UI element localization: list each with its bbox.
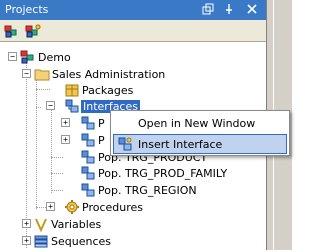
close-icon[interactable] — [245, 3, 259, 17]
menu-item-label: Open in New Window — [138, 116, 256, 130]
interface-icon — [80, 165, 96, 181]
tree-item-label: Pop. TRG_REGION — [98, 183, 197, 197]
interface-icon — [80, 115, 96, 131]
tree-item-label: Procedures — [82, 200, 143, 214]
panel-title: Projects — [5, 3, 49, 16]
folder-icon — [34, 66, 50, 82]
tree-item-label: P — [98, 133, 105, 147]
tree-line — [36, 89, 50, 90]
tree-line — [51, 157, 63, 158]
tree-item-label: Packages — [82, 83, 134, 97]
tree-line — [51, 109, 52, 193]
expand-toggle[interactable]: + — [46, 202, 55, 211]
expand-toggle[interactable]: + — [61, 135, 70, 144]
menu-item-open-in-new-window[interactable]: Open in New Window — [113, 113, 287, 133]
tree-item-sequences[interactable]: Sequences — [33, 233, 111, 249]
pin-icon[interactable] — [222, 3, 236, 17]
expand-toggle[interactable]: + — [61, 118, 70, 127]
menu-item-insert-interface[interactable]: Insert Interface — [113, 134, 287, 154]
tree-item-label: Sequences — [51, 234, 111, 248]
collapse-toggle[interactable]: − — [22, 69, 31, 78]
interface-icon — [80, 149, 96, 165]
expand-toggle[interactable]: + — [22, 219, 31, 228]
tree-item-procedures[interactable]: Procedures — [64, 199, 143, 215]
panel-title-bar: Projects — [0, 0, 266, 20]
tree-item-label: Pop. TRG_PROD_FAMILY — [98, 166, 228, 180]
restore-icon[interactable] — [201, 3, 215, 17]
projects-toolbar — [0, 20, 266, 42]
tree-item-variables[interactable]: Variables — [33, 216, 102, 233]
collapse-toggle[interactable]: − — [46, 101, 55, 110]
tree-item-demo[interactable]: Demo — [20, 49, 71, 65]
tree-line — [36, 77, 37, 209]
interface-folder-icon — [64, 98, 80, 114]
tree-item-interface[interactable]: P — [80, 115, 105, 131]
insert-interface-icon — [117, 136, 133, 152]
expand-toggle[interactable]: + — [22, 236, 31, 245]
tree-item-label: Sales Administration — [52, 67, 166, 81]
collapse-toggle[interactable]: − — [8, 52, 17, 61]
procedure-icon — [64, 199, 80, 215]
interface-icon — [80, 132, 96, 148]
project-icon — [20, 49, 36, 65]
tree-item-interface[interactable]: P — [80, 132, 105, 148]
tree-item-interface[interactable]: Pop. TRG_PROD_FAMILY — [80, 165, 227, 181]
context-menu: Open in New Window Insert Interface — [110, 110, 290, 156]
tree-line — [36, 107, 41, 108]
tree-line — [51, 173, 63, 174]
tree-line — [51, 190, 63, 191]
package-icon — [64, 82, 80, 98]
sequence-icon — [33, 233, 49, 249]
interface-icon — [80, 182, 96, 198]
tree-item-interface[interactable]: Pop. TRG_REGION — [80, 182, 197, 198]
tree-item-packages[interactable]: Packages — [64, 82, 133, 98]
variable-icon — [33, 216, 49, 233]
tree-item-label: Demo — [38, 50, 71, 64]
tree-item-sales-administration[interactable]: Sales Administration — [34, 66, 165, 82]
new-project-icon[interactable] — [4, 23, 20, 39]
tree-item-label: P — [98, 116, 105, 130]
tree-item-label: Variables — [51, 217, 102, 231]
project-settings-icon[interactable] — [25, 23, 41, 39]
menu-item-label: Insert Interface — [138, 137, 223, 151]
